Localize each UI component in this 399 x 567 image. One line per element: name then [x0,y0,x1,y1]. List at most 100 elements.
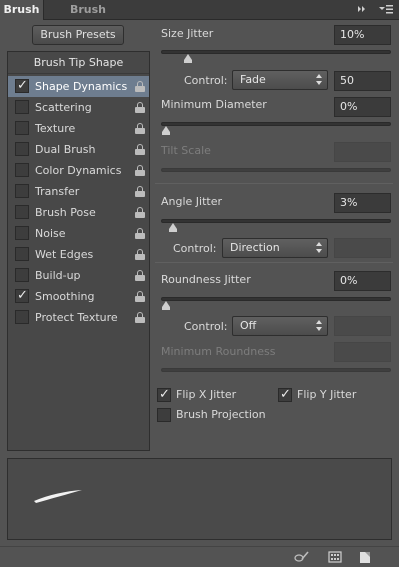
size-control-label: Control: [184,74,228,87]
angle-jitter-label: Angle Jitter [161,195,223,208]
sidebar-item-shape-dynamics[interactable]: ✓ Shape Dynamics [8,76,149,97]
sidebar-item-label: Protect Texture [35,311,118,324]
sidebar-item-label: Texture [35,122,76,135]
sidebar-item-build-up[interactable]: Build-up [8,265,149,286]
dropdown-arrows-icon [316,74,322,86]
sidebar-item-transfer[interactable]: Transfer [8,181,149,202]
lock-icon[interactable] [135,291,145,302]
checkmark-icon: ✓ [280,387,291,402]
minimum-roundness-slider [161,368,391,372]
checkmark-icon: ✓ [159,387,170,402]
fade-steps-input[interactable]: 50 [334,71,391,91]
toggle-live-tip-icon[interactable] [294,550,309,564]
angle-control-label: Control: [173,242,217,255]
flip-x-jitter-checkbox[interactable]: ✓ [157,387,171,402]
minimum-diameter-input[interactable]: 0% [334,97,391,117]
minimum-diameter-slider[interactable] [161,122,391,135]
sidebar-item-scattering[interactable]: Scattering [8,97,149,118]
roundness-control-value: Off [240,319,257,332]
sidebar-item-smoothing[interactable]: ✓ Smoothing [8,286,149,307]
size-control-dropdown[interactable]: Fade [232,70,328,90]
panel-menu-icon[interactable] [378,2,394,16]
bottom-toolbar [0,546,399,567]
sidebar-item-protect-texture[interactable]: Protect Texture [8,307,149,328]
sidebar-item-color-dynamics[interactable]: Color Dynamics [8,160,149,181]
tab-brush-presets[interactable]: Brush Presets [48,0,128,36]
checkmark-icon: ✓ [17,288,28,303]
lock-icon[interactable] [135,123,145,134]
angle-control-dropdown[interactable]: Direction [222,238,328,258]
roundness-control-input [334,316,391,336]
size-jitter-slider-thumb[interactable] [184,54,192,63]
sidebar-item-label: Transfer [35,185,80,198]
angle-control-value: Direction [230,241,280,254]
sidebar-item-label: Wet Edges [35,248,94,261]
roundness-jitter-input[interactable]: 0% [334,271,391,291]
transfer-checkbox[interactable] [15,184,29,198]
smoothing-checkbox[interactable]: ✓ [15,288,29,303]
brush-stroke-preview [7,458,392,540]
angle-jitter-slider[interactable] [161,219,391,232]
lock-icon[interactable] [135,270,145,281]
roundness-jitter-label: Roundness Jitter [161,273,251,286]
lock-icon[interactable] [135,102,145,113]
sidebar-item-label: Shape Dynamics [35,80,128,93]
tilt-scale-label: Tilt Scale [161,144,211,157]
lock-icon[interactable] [135,165,145,176]
lock-icon[interactable] [135,144,145,155]
minimum-roundness-input [334,342,391,362]
minimum-diameter-label: Minimum Diameter [161,98,267,111]
sidebar-item-wet-edges[interactable]: Wet Edges [8,244,149,265]
size-jitter-slider[interactable] [161,50,391,63]
brush-grid-icon[interactable] [328,550,342,564]
flip-y-jitter-checkbox[interactable]: ✓ [278,387,292,402]
lock-icon[interactable] [135,186,145,197]
sidebar-item-label: Smoothing [35,290,95,303]
dropdown-arrows-icon [316,242,322,254]
sidebar-item-label: Dual Brush [35,143,96,156]
dropdown-arrows-icon [316,320,322,332]
lock-icon[interactable] [135,81,145,92]
angle-jitter-slider-thumb[interactable] [168,223,177,232]
lock-icon[interactable] [135,228,145,239]
angle-jitter-input[interactable]: 3% [334,193,391,213]
tilt-scale-input [334,142,391,162]
tilt-scale-slider [161,168,391,172]
color-dynamics-checkbox[interactable] [15,163,29,177]
lock-icon[interactable] [135,249,145,260]
size-jitter-input[interactable]: 10% [334,25,391,45]
divider [155,262,393,263]
minimum-diameter-slider-thumb[interactable] [162,126,170,135]
new-preset-icon[interactable] [358,550,372,564]
sidebar-item-texture[interactable]: Texture [8,118,149,139]
wet-edges-checkbox[interactable] [15,247,29,261]
shape-dynamics-checkbox[interactable]: ✓ [15,78,29,93]
build-up-checkbox[interactable] [15,268,29,282]
divider [155,183,393,184]
roundness-jitter-slider-thumb[interactable] [162,301,170,310]
minimum-roundness-label: Minimum Roundness [161,345,276,358]
protect-texture-checkbox[interactable] [15,310,29,324]
sidebar-item-brush-pose[interactable]: Brush Pose [8,202,149,223]
sidebar-item-dual-brush[interactable]: Dual Brush [8,139,149,160]
texture-checkbox[interactable] [15,121,29,135]
roundness-jitter-slider[interactable] [161,297,391,310]
lock-icon[interactable] [135,207,145,218]
roundness-control-dropdown[interactable]: Off [232,316,328,336]
brush-presets-button[interactable]: Brush Presets [32,25,124,45]
lock-icon[interactable] [135,312,145,323]
brush-pose-checkbox[interactable] [15,205,29,219]
brush-projection-checkbox[interactable] [157,408,171,422]
tab-brush[interactable]: Brush [0,0,44,20]
dual-brush-checkbox[interactable] [15,142,29,156]
brush-tip-shape-item[interactable]: Brush Tip Shape [8,52,149,74]
roundness-control-label: Control: [184,320,228,333]
double-chevron-right-icon[interactable] [356,2,368,16]
noise-checkbox[interactable] [15,226,29,240]
size-jitter-label: Size Jitter [161,27,214,40]
angle-control-input [334,238,391,258]
scattering-checkbox[interactable] [15,100,29,114]
sidebar-item-label: Noise [35,227,66,240]
flip-y-jitter-label: Flip Y Jitter [297,388,357,401]
sidebar-item-noise[interactable]: Noise [8,223,149,244]
